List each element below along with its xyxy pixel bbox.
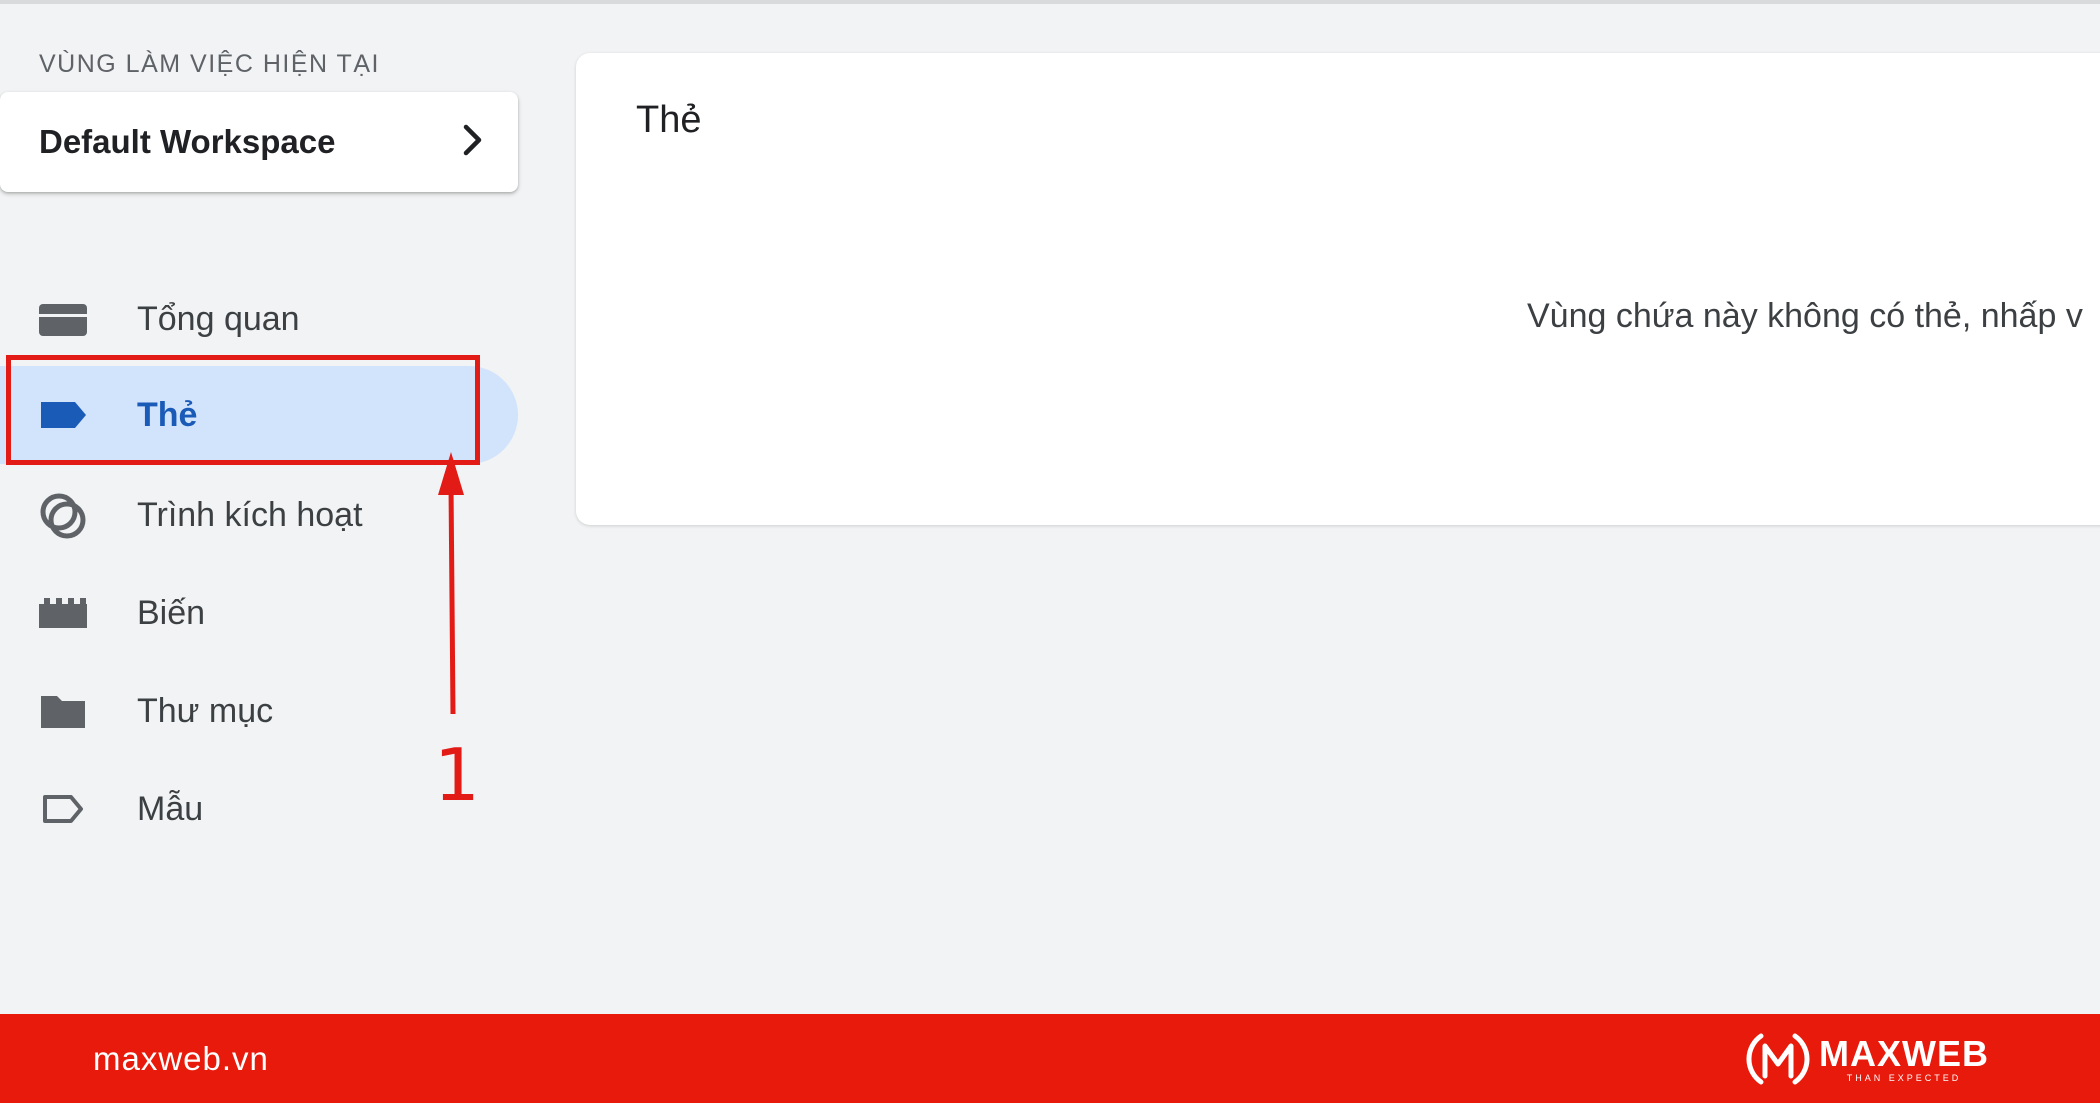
workspace-section-label: VÙNG LÀM VIỆC HIỆN TẠI [39, 50, 380, 78]
top-divider [0, 0, 2100, 4]
logo-name: MAXWEB [1819, 1033, 1989, 1074]
logo-tagline: THAN EXPECTED [1846, 1073, 1962, 1083]
maxweb-logo: MAXWEB THAN EXPECTED [1745, 1024, 1989, 1094]
empty-state-message: Vùng chứa này không có thẻ, nhấp v [1527, 297, 2083, 335]
sidebar-item-label: Trình kích hoạt [137, 495, 363, 534]
footer-banner: maxweb.vn MAXWEB THAN EXPECTED [0, 1014, 2100, 1103]
variable-icon [38, 591, 88, 635]
folder-icon [38, 689, 88, 733]
maxweb-logo-icon [1746, 1033, 1810, 1085]
annotation-highlight-box [6, 355, 480, 465]
sidebar-item-overview[interactable]: Tổng quan [0, 270, 518, 368]
footer-domain: maxweb.vn [93, 1039, 269, 1077]
sidebar-item-label: Biến [137, 593, 206, 632]
trigger-icon [38, 493, 88, 539]
sidebar-item-label: Mẫu [137, 789, 204, 828]
sidebar-item-label: Thư mục [137, 691, 274, 730]
workspace-name: Default Workspace [39, 123, 336, 160]
chevron-right-icon [462, 123, 484, 162]
tags-panel: Thẻ Vùng chứa này không có thẻ, nhấp v [576, 53, 2100, 525]
annotation-arrow [438, 452, 464, 715]
annotation-number: 1 [434, 733, 480, 817]
panel-title: Thẻ [636, 99, 702, 141]
overview-icon [38, 297, 88, 341]
sidebar-item-label: Tổng quan [137, 299, 300, 338]
template-icon [38, 787, 88, 831]
workspace-selector[interactable]: Default Workspace [0, 92, 518, 192]
